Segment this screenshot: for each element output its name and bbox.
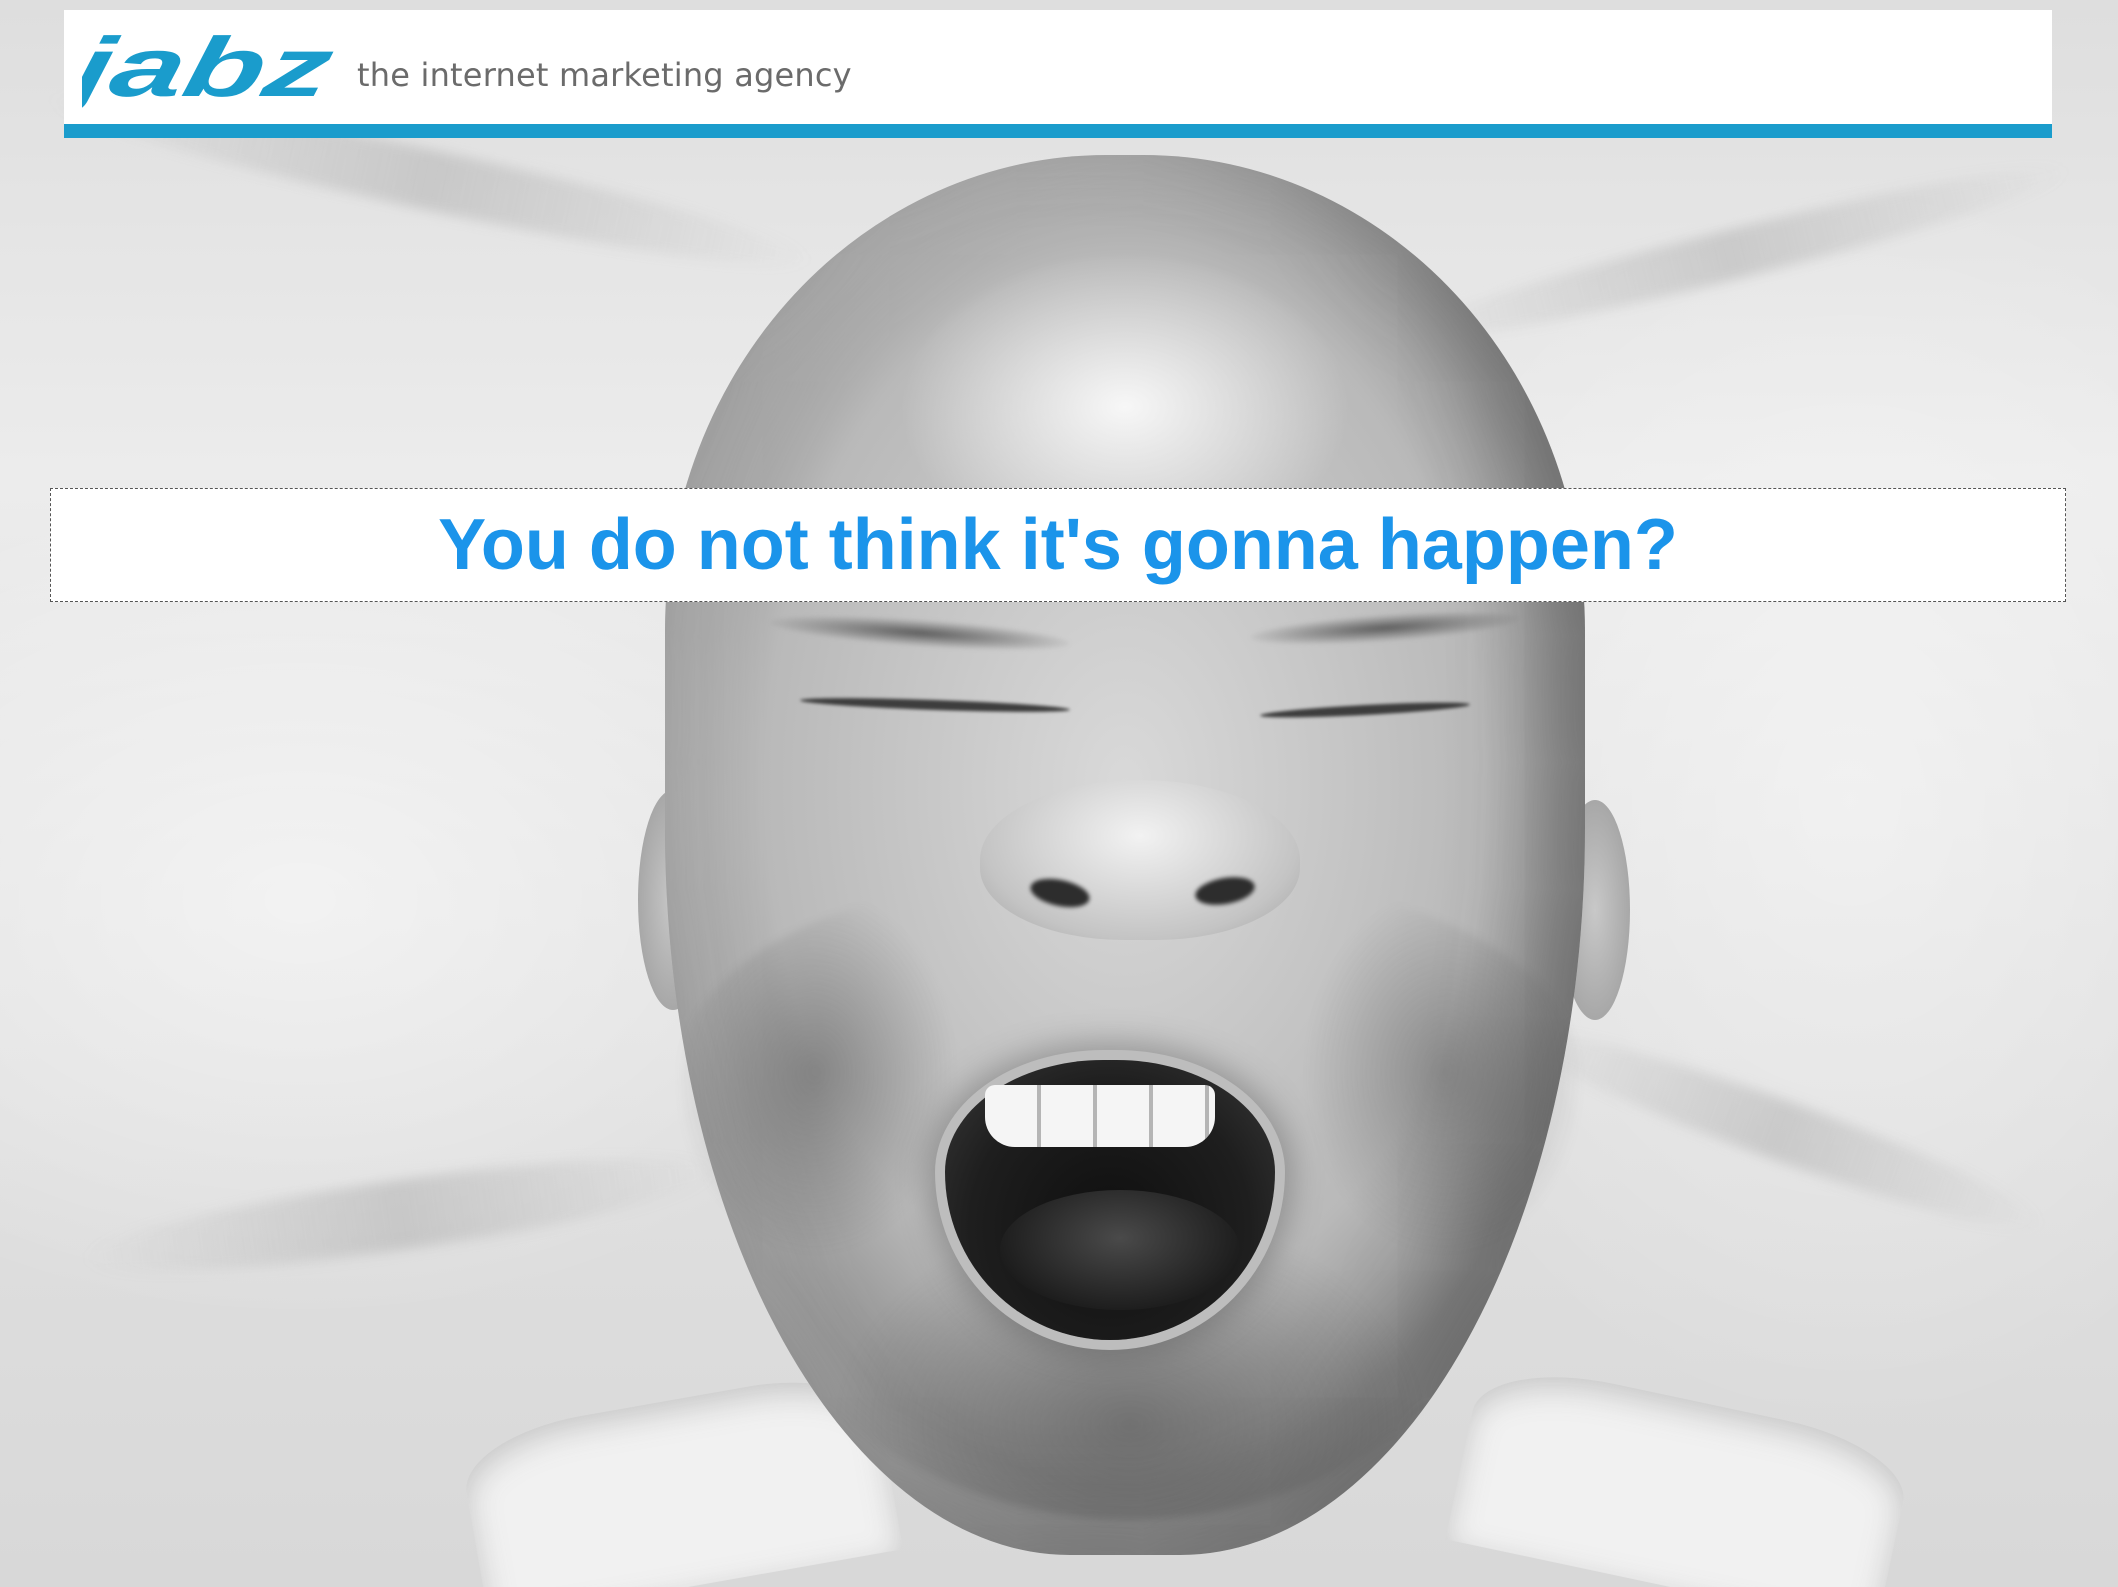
header-divider (64, 124, 2052, 138)
background-photo (0, 0, 2118, 1587)
shirt-collar-right (1445, 1356, 1915, 1587)
header-tagline: the internet marketing agency (357, 56, 852, 94)
logo-wordmark: jabz (82, 30, 341, 110)
title-box[interactable]: You do not think it's gonna happen? (50, 488, 2066, 602)
pillow-fold (1506, 1006, 2054, 1254)
tongue (1000, 1190, 1240, 1310)
teeth (985, 1085, 1215, 1147)
pillow-fold (1384, 146, 2076, 364)
pillow-fold (78, 1135, 722, 1295)
jabz-logo: jabz (82, 30, 341, 110)
nose (980, 780, 1300, 940)
slide-title: You do not think it's gonna happen? (438, 505, 1678, 585)
